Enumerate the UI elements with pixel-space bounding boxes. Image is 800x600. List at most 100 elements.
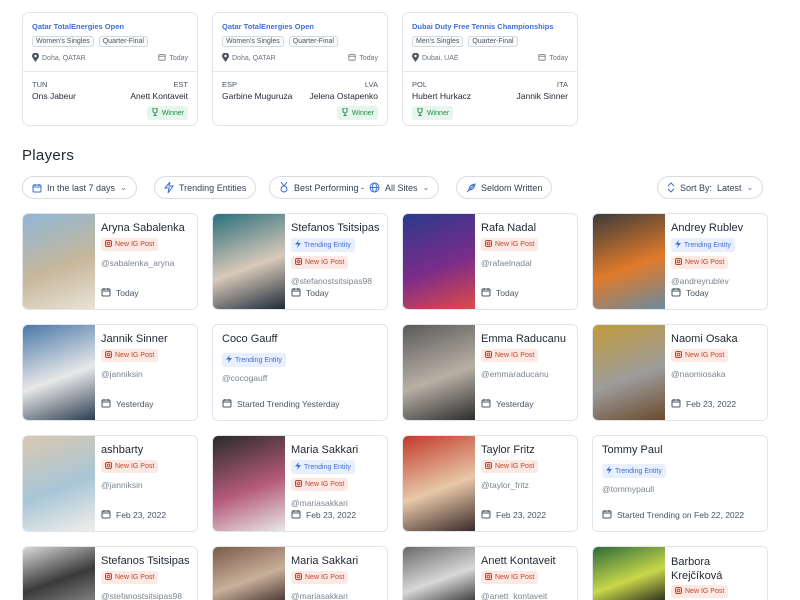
- player-handle[interactable]: @stefanostsitsipas98: [101, 591, 182, 600]
- player-date: Started Trending Yesterday: [222, 398, 340, 410]
- player-handle[interactable]: @naomiosaka: [671, 369, 725, 379]
- badge-label: Trending Entity: [615, 467, 662, 475]
- match-card[interactable]: Qatar TotalEnergies Open Women's Singles…: [22, 12, 198, 126]
- player-photo: [213, 214, 285, 309]
- trophy-icon: [341, 107, 349, 118]
- player-handle[interactable]: @cocogauff: [222, 373, 267, 383]
- player-name[interactable]: Maria Sakkari: [291, 444, 358, 456]
- player-handle[interactable]: @taylor_fritz: [481, 480, 529, 490]
- player-card[interactable]: Andrey Rublev Trending Entity New IG Post @…: [592, 213, 768, 310]
- player-photo: [23, 214, 95, 309]
- new-ig-post-badge: New IG Post: [671, 349, 729, 362]
- calendar-icon: [602, 509, 612, 521]
- player-card[interactable]: Jannik Sinner New IG Post @janniksin Yeste…: [22, 324, 198, 421]
- player-card[interactable]: Aryna Sabalenka New IG Post @sabalenka_ary…: [22, 213, 198, 310]
- player-card[interactable]: Coco Gauff Trending Entity @cocogauff Star…: [212, 324, 388, 421]
- player-card[interactable]: Barbora Krejčíková New IG Post: [592, 546, 768, 600]
- event-tag: Men's Singles: [412, 36, 464, 47]
- player-card[interactable]: Maria Sakkari New IG Post @mariasakkari: [212, 546, 388, 600]
- player-card[interactable]: ashbarty New IG Post @janniksin Feb 23, 20…: [22, 435, 198, 532]
- player-handle[interactable]: @stefanostsitsipas98: [291, 276, 372, 286]
- player-name[interactable]: Emma Raducanu: [481, 333, 566, 345]
- lightning-icon: [164, 182, 174, 193]
- player1-name[interactable]: Hubert Hurkacz: [412, 91, 471, 101]
- badge-label: New IG Post: [495, 241, 535, 248]
- player-name[interactable]: Coco Gauff: [222, 333, 277, 345]
- match-location: Doha, QATAR: [222, 52, 276, 64]
- match-date: Today: [158, 53, 188, 63]
- badge-label: New IG Post: [115, 463, 155, 470]
- lightning-icon: [675, 240, 681, 250]
- player-name[interactable]: Stefanos Tsitsipas: [101, 555, 189, 567]
- tournament-name[interactable]: Dubai Duty Free Tennis Championships: [412, 22, 554, 31]
- best-performing-filter[interactable]: Best Performing - All Sites ⌄: [269, 176, 440, 199]
- player-handle[interactable]: @andreyrublev: [671, 276, 729, 286]
- instagram-icon: [675, 258, 682, 267]
- player-name[interactable]: Anett Kontaveit: [481, 555, 556, 567]
- player-handle[interactable]: @janniksin: [101, 480, 143, 490]
- best-performing-label: Best Performing -: [294, 182, 365, 193]
- player-card[interactable]: Rafa Nadal New IG Post @rafaelnadal Today: [402, 213, 578, 310]
- trophy-icon: [151, 107, 159, 118]
- player-card[interactable]: Stefanos Tsitsipas Trending Entity New IG …: [212, 213, 388, 310]
- trending-entities-filter[interactable]: Trending Entities: [154, 176, 257, 199]
- sort-dropdown[interactable]: Sort By: Latest ⌄: [657, 176, 764, 199]
- player-card[interactable]: Emma Raducanu New IG Post @emmaraducanu Ye…: [402, 324, 578, 421]
- date-text: Today: [549, 54, 568, 62]
- player-name[interactable]: Aryna Sabalenka: [101, 222, 185, 234]
- player-handle[interactable]: @emmaraducanu: [481, 369, 549, 379]
- player-handle[interactable]: @mariasakkari: [291, 498, 348, 508]
- instagram-icon: [675, 587, 682, 596]
- badge-label: Trending Entity: [304, 463, 351, 471]
- player-card[interactable]: Tommy Paul Trending Entity @tommypaull Sta…: [592, 435, 768, 532]
- calendar-icon: [101, 398, 111, 410]
- player-handle[interactable]: @rafaelnadal: [481, 258, 532, 268]
- instagram-icon: [485, 240, 492, 249]
- match-card[interactable]: Qatar TotalEnergies Open Women's Singles…: [212, 12, 388, 126]
- player-name[interactable]: Naomi Osaka: [671, 333, 738, 345]
- player-name[interactable]: Stefanos Tsitsipas: [291, 222, 379, 234]
- player-card[interactable]: Anett Kontaveit New IG Post @anett_kontave…: [402, 546, 578, 600]
- badge-label: New IG Post: [115, 574, 155, 581]
- player-card[interactable]: Taylor Fritz New IG Post @taylor_fritz Feb…: [402, 435, 578, 532]
- player-handle[interactable]: @sabalenka_aryna: [101, 258, 174, 268]
- match-tags: Men's Singles Quarter-Final: [412, 36, 518, 47]
- player-name[interactable]: Andrey Rublev: [671, 222, 743, 234]
- tournament-name[interactable]: Qatar TotalEnergies Open: [32, 22, 124, 31]
- player1-country: POL: [412, 80, 428, 89]
- new-ig-post-badge: New IG Post: [101, 349, 159, 362]
- winner-label: Winner: [427, 109, 450, 117]
- winner-badge: Winner: [146, 106, 188, 120]
- player-card[interactable]: Maria Sakkari Trending Entity New IG Post @…: [212, 435, 388, 532]
- player-card[interactable]: Stefanos Tsitsipas New IG Post @stefanosts…: [22, 546, 198, 600]
- player2-country: ITA: [556, 80, 568, 89]
- seldom-written-filter[interactable]: Seldom Written: [456, 176, 553, 199]
- player1-name[interactable]: Garbine Muguruza: [222, 91, 292, 101]
- date-text: Today: [116, 288, 139, 298]
- player-name[interactable]: Taylor Fritz: [481, 444, 535, 456]
- player-handle[interactable]: @tommypaull: [602, 484, 654, 494]
- badge-label: Trending Entity: [235, 356, 282, 364]
- player-name[interactable]: ashbarty: [101, 444, 143, 456]
- player2-name[interactable]: Anett Kontaveit: [130, 91, 188, 101]
- player1-name[interactable]: Ons Jabeur: [32, 91, 76, 101]
- feather-icon: [466, 182, 476, 193]
- player-card[interactable]: Naomi Osaka New IG Post @naomiosaka Feb 23…: [592, 324, 768, 421]
- player-handle[interactable]: @mariasakkari: [291, 591, 348, 600]
- player-photo: [593, 325, 665, 420]
- player-name[interactable]: Rafa Nadal: [481, 222, 536, 234]
- instagram-icon: [105, 573, 112, 582]
- player-name[interactable]: Barbora Krejčíková: [671, 555, 763, 583]
- date-range-filter[interactable]: In the last 7 days ⌄: [22, 176, 137, 199]
- player-name[interactable]: Tommy Paul: [602, 444, 663, 456]
- player-handle[interactable]: @janniksin: [101, 369, 143, 379]
- player2-name[interactable]: Jelena Ostapenko: [309, 91, 378, 101]
- tournament-name[interactable]: Qatar TotalEnergies Open: [222, 22, 314, 31]
- player-name[interactable]: Maria Sakkari: [291, 555, 358, 567]
- player2-name[interactable]: Jannik Sinner: [516, 91, 568, 101]
- instagram-icon: [485, 573, 492, 582]
- badge-label: New IG Post: [685, 352, 725, 359]
- player-name[interactable]: Jannik Sinner: [101, 333, 168, 345]
- match-card[interactable]: Dubai Duty Free Tennis Championships Men…: [402, 12, 578, 126]
- player-handle[interactable]: @anett_kontaveit: [481, 591, 547, 600]
